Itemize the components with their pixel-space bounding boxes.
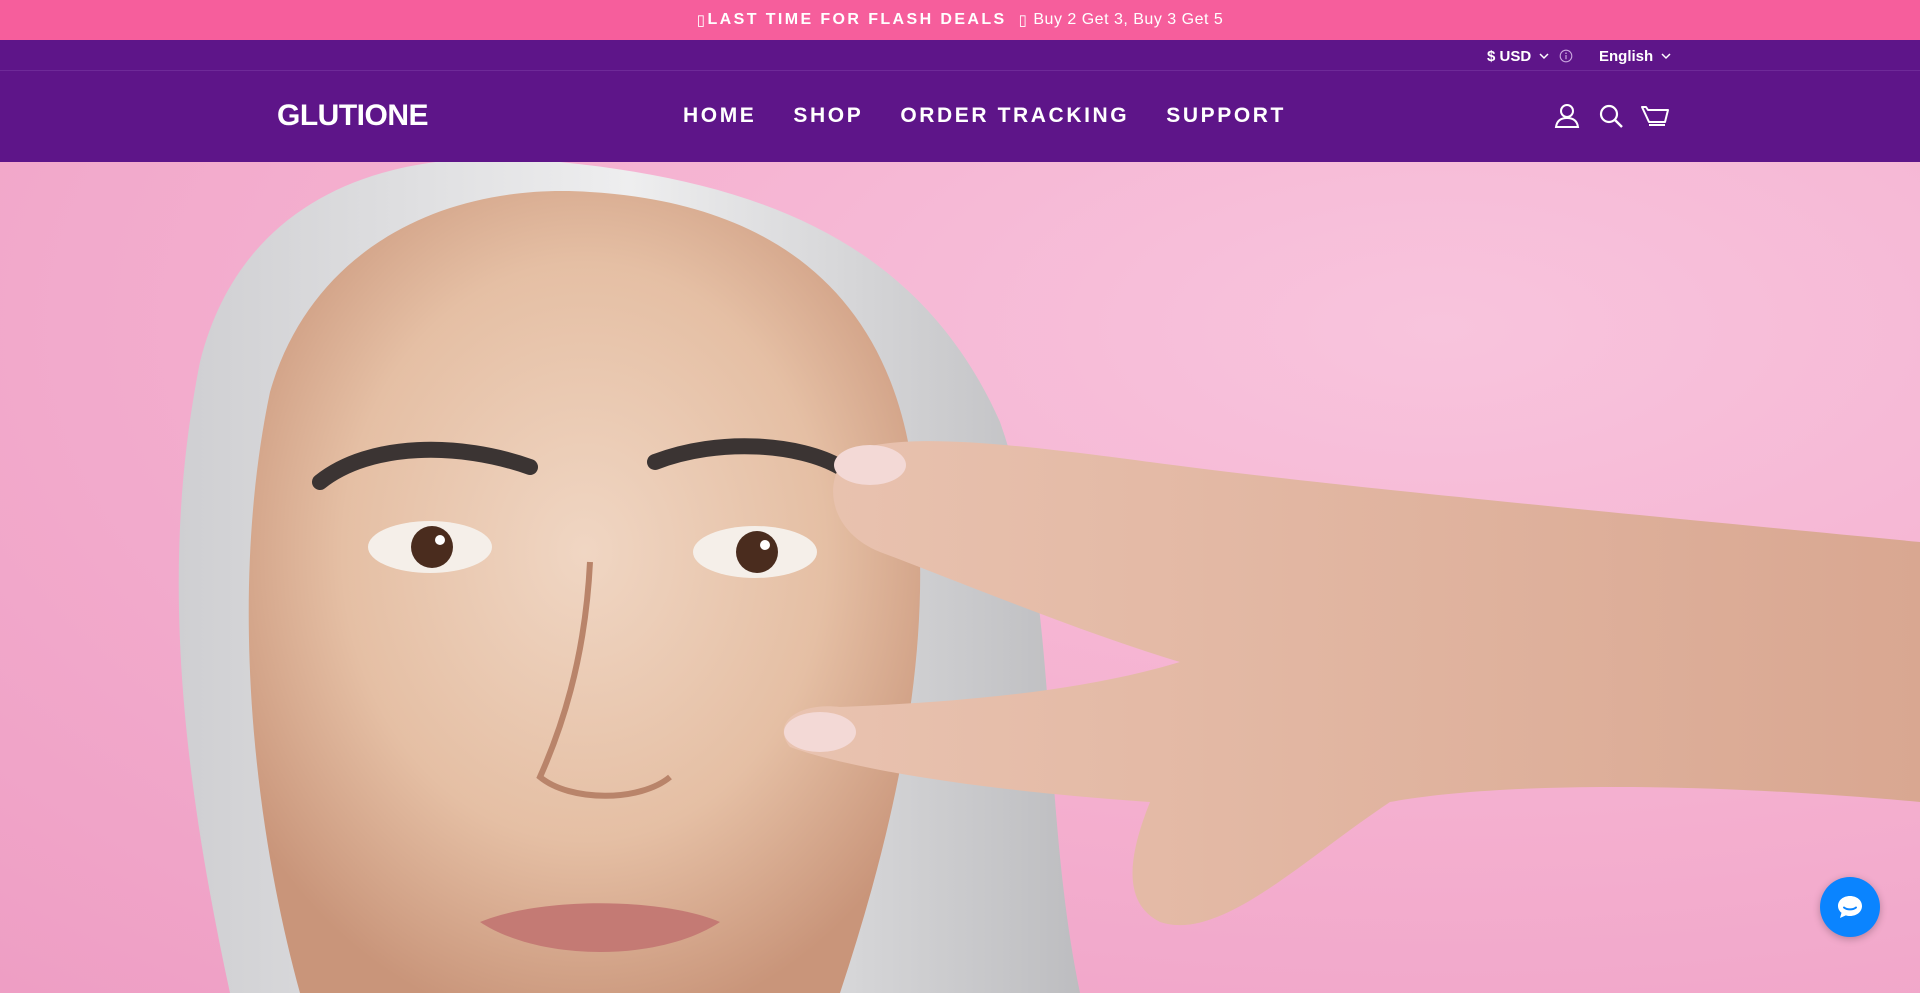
fire-icon: ▯ [696,12,706,29]
cart-icon[interactable] [1641,102,1669,130]
nav-home[interactable]: HOME [683,104,756,128]
announcement-bold-text: LAST TIME FOR FLASH DEALS [707,11,1007,28]
chevron-down-icon [1539,53,1549,60]
utility-bar: $ USD English [0,40,1920,71]
main-nav: HOME SHOP ORDER TRACKING SUPPORT [683,104,1323,128]
nav-shop[interactable]: SHOP [793,104,863,128]
language-selector[interactable]: English [1599,46,1671,66]
currency-label: $ USD [1487,47,1532,65]
account-icon[interactable] [1553,102,1581,130]
chat-bubble-icon [1838,896,1862,918]
site-header: GLUTIONE HOME SHOP ORDER TRACKING SUPPOR… [0,71,1920,162]
nav-support[interactable]: SUPPORT [1166,104,1286,128]
chat-button[interactable] [1820,877,1880,937]
search-icon[interactable] [1597,102,1625,130]
nav-order-tracking[interactable]: ORDER TRACKING [900,104,1129,128]
hero-image [178,162,1920,993]
gift-icon: ▯ [1018,12,1028,29]
chevron-down-icon [1661,53,1671,60]
site-logo[interactable]: GLUTIONE [277,99,429,133]
language-label: English [1599,47,1654,65]
info-icon[interactable] [1559,49,1573,63]
hero-banner[interactable] [0,162,1920,993]
announcement-bar[interactable]: ▯ LAST TIME FOR FLASH DEALS ▯ Buy 2 Get … [0,0,1920,40]
currency-selector[interactable]: $ USD [1487,46,1573,66]
header-icons [1553,102,1685,130]
announcement-text: Buy 2 Get 3, Buy 3 Get 5 [1033,11,1224,28]
